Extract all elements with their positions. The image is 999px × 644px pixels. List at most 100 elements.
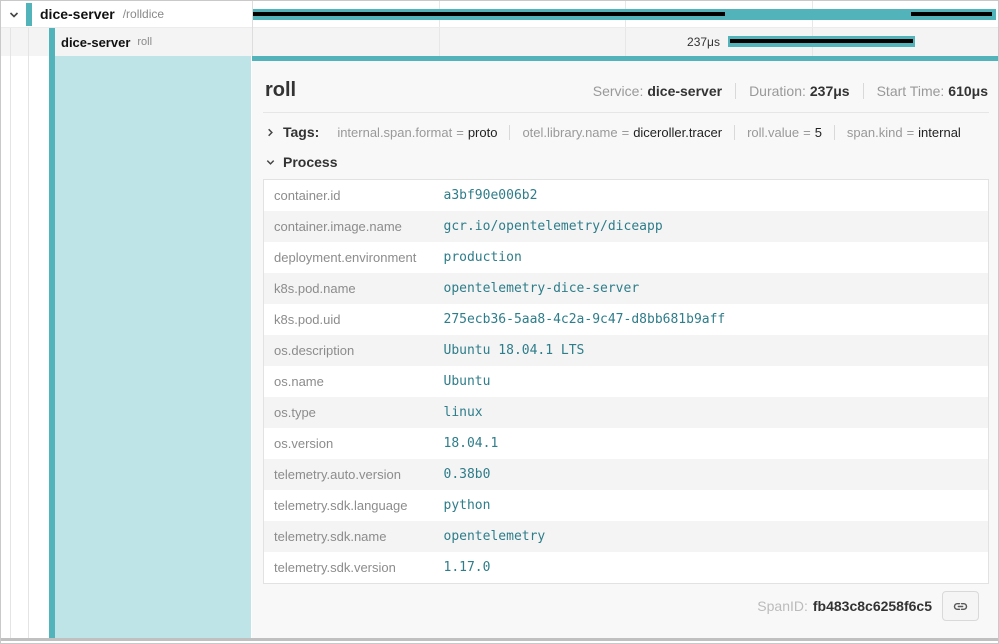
- process-key: telemetry.sdk.version: [264, 552, 434, 584]
- process-key: telemetry.sdk.name: [264, 521, 434, 552]
- critical-path-segment: [253, 12, 725, 16]
- process-key-value-table: container.ida3bf90e006b2 container.image…: [263, 179, 989, 584]
- span-duration-label: 237μs: [687, 35, 720, 49]
- process-value: 0.38b0: [434, 459, 989, 490]
- table-row: container.ida3bf90e006b2: [264, 180, 989, 212]
- process-value: Ubuntu: [434, 366, 989, 397]
- process-key: os.description: [264, 335, 434, 366]
- indent-guide: [28, 28, 29, 56]
- meta-label: Duration:: [749, 83, 806, 99]
- tag-equals: =: [803, 125, 811, 140]
- indent-guide: [10, 56, 11, 638]
- process-key: deployment.environment: [264, 242, 434, 273]
- span-tree-gutter: [1, 56, 252, 638]
- tag-equals: =: [456, 125, 464, 140]
- process-label: Process: [283, 154, 337, 170]
- table-row: telemetry.auto.version0.38b0: [264, 459, 989, 490]
- process-value: a3bf90e006b2: [434, 180, 989, 212]
- tag-summary-item: otel.library.name =diceroller.tracer: [509, 125, 734, 140]
- table-row: deployment.environmentproduction: [264, 242, 989, 273]
- meta-start-time: Start Time:610μs: [863, 83, 988, 99]
- meta-value: dice-server: [647, 83, 722, 99]
- table-row: os.descriptionUbuntu 18.04.1 LTS: [264, 335, 989, 366]
- process-key: os.version: [264, 428, 434, 459]
- process-key: os.type: [264, 397, 434, 428]
- tag-value: proto: [468, 125, 498, 140]
- panel-bottom-edge: [1, 638, 998, 641]
- timeline-row-rolldice: [252, 1, 998, 28]
- span-operation-name: /rolldice: [123, 7, 164, 21]
- meta-label: Service:: [593, 83, 644, 99]
- process-value: opentelemetry-dice-server: [434, 273, 989, 304]
- timeline-row-roll: 237μs: [252, 28, 998, 56]
- table-row: telemetry.sdk.version1.17.0: [264, 552, 989, 584]
- tag-value: internal: [918, 125, 961, 140]
- tag-key: span.kind: [847, 125, 903, 140]
- process-key: telemetry.auto.version: [264, 459, 434, 490]
- copy-link-button[interactable]: [942, 591, 979, 621]
- meta-duration: Duration:237μs: [735, 83, 850, 99]
- table-row: k8s.pod.uid275ecb36-5aa8-4c2a-9c47-d8bb6…: [264, 304, 989, 335]
- table-row: os.nameUbuntu: [264, 366, 989, 397]
- jaeger-trace-window: dice-server /rolldice dice-server roll 2…: [0, 0, 999, 644]
- link-icon: [952, 598, 969, 615]
- tags-accordion-header[interactable]: Tags: internal.span.format = proto otel.li…: [263, 113, 989, 142]
- selected-span-highlight: [55, 56, 251, 638]
- tag-key: roll.value: [747, 125, 799, 140]
- process-key: container.id: [264, 180, 434, 212]
- tag-summary-item: span.kind =internal: [834, 125, 973, 140]
- tags-label: Tags:: [283, 124, 319, 140]
- tag-summary-item: roll.value = 5: [734, 125, 834, 140]
- name-column-divider: [252, 1, 253, 56]
- span-title: roll: [265, 79, 296, 102]
- chevron-down-icon: [265, 157, 276, 168]
- span-bar-rolldice[interactable]: [253, 9, 996, 20]
- span-detail-header: roll Service:dice-server Duration:237μs …: [263, 73, 989, 113]
- tag-value: diceroller.tracer: [633, 125, 722, 140]
- span-detail-footer: SpanID: fb483c8c6258f6c5: [263, 584, 989, 621]
- table-row: k8s.pod.nameopentelemetry-dice-server: [264, 273, 989, 304]
- meta-service: Service:dice-server: [593, 83, 722, 99]
- span-row-rolldice[interactable]: dice-server /rolldice: [1, 1, 252, 28]
- meta-value: 610μs: [948, 83, 988, 99]
- indent-guide: [28, 56, 29, 638]
- process-value: linux: [434, 397, 989, 428]
- process-value: 18.04.1: [434, 428, 989, 459]
- process-key: os.name: [264, 366, 434, 397]
- process-value: gcr.io/opentelemetry/diceapp: [434, 211, 989, 242]
- spanid-label: SpanID:: [757, 598, 808, 614]
- chevron-down-icon[interactable]: [8, 9, 20, 21]
- process-value: opentelemetry: [434, 521, 989, 552]
- spanid-value: fb483c8c6258f6c5: [813, 598, 932, 614]
- table-row: os.version18.04.1: [264, 428, 989, 459]
- process-accordion-header[interactable]: Process: [263, 142, 989, 179]
- critical-path-segment: [730, 39, 913, 43]
- process-value: 1.17.0: [434, 552, 989, 584]
- tag-key: internal.span.format: [337, 125, 452, 140]
- process-key: container.image.name: [264, 211, 434, 242]
- span-meta: Service:dice-server Duration:237μs Start…: [593, 83, 988, 99]
- table-row: container.image.namegcr.io/opentelemetry…: [264, 211, 989, 242]
- table-row: telemetry.sdk.nameopentelemetry: [264, 521, 989, 552]
- service-color-bar: [49, 28, 55, 56]
- tag-summary-item: internal.span.format = proto: [325, 125, 509, 140]
- process-key: k8s.pod.uid: [264, 304, 434, 335]
- process-key: k8s.pod.name: [264, 273, 434, 304]
- timeline-gridline: [439, 28, 440, 56]
- tag-equals: =: [907, 125, 915, 140]
- timeline-gridline: [625, 28, 626, 56]
- span-operation-name: roll: [137, 36, 152, 48]
- process-value: 275ecb36-5aa8-4c2a-9c47-d8bb681b9aff: [434, 304, 989, 335]
- span-bar-roll[interactable]: [728, 36, 915, 47]
- process-value: production: [434, 242, 989, 273]
- meta-label: Start Time:: [877, 83, 945, 99]
- process-value: python: [434, 490, 989, 521]
- chevron-right-icon: [265, 127, 276, 138]
- span-service-name: dice-server: [40, 6, 115, 22]
- span-row-roll[interactable]: dice-server roll: [1, 28, 252, 56]
- tag-equals: =: [622, 125, 630, 140]
- process-value: Ubuntu 18.04.1 LTS: [434, 335, 989, 366]
- tag-key: otel.library.name: [522, 125, 617, 140]
- table-row: os.typelinux: [264, 397, 989, 428]
- tag-value: 5: [815, 125, 822, 140]
